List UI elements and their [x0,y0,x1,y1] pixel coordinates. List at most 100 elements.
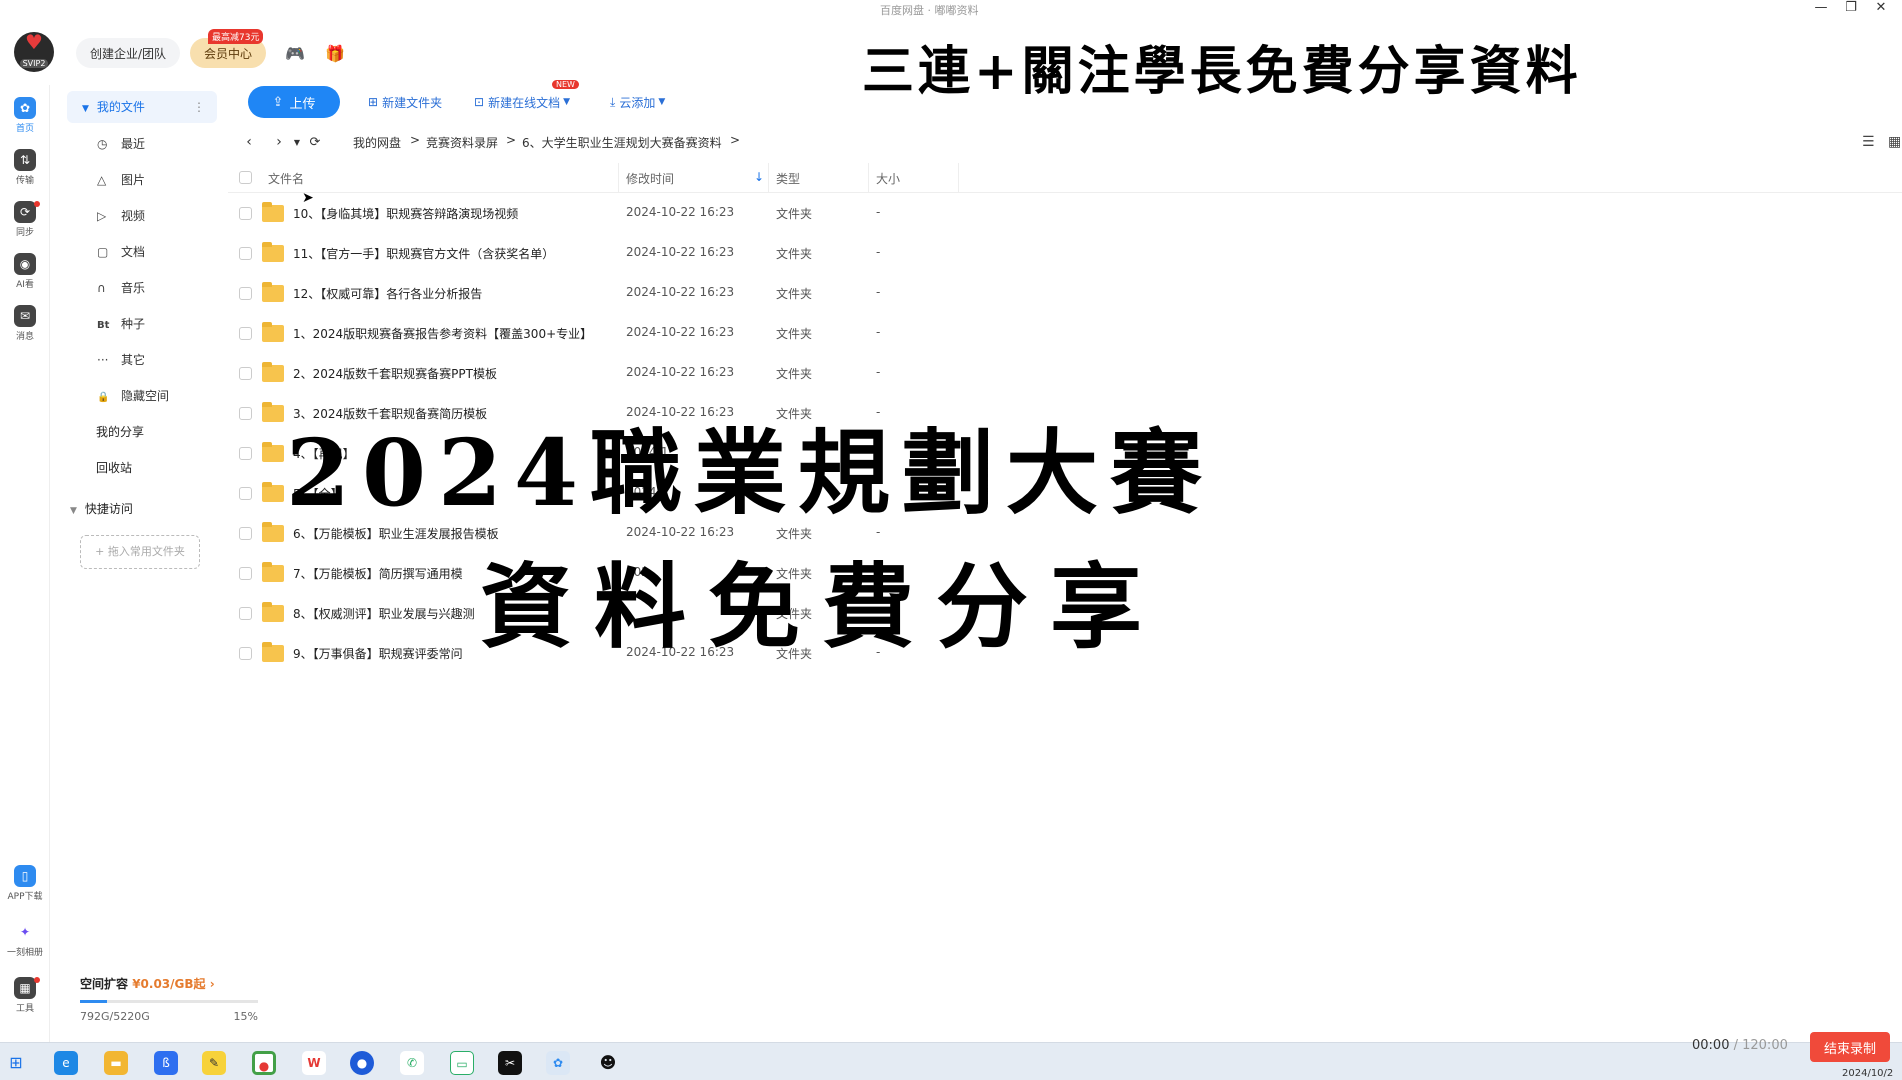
stop-recording-button[interactable]: 结束录制 [1810,1032,1890,1062]
left-rail: ✿ 首页 ⇅ 传输 ⟳ 同步 ◉ AI看 ✉ 消息 ▯ APP下载 ✦ 一刻相册… [0,85,50,1045]
rail-app-download[interactable]: ▯ APP下载 [0,865,50,902]
file-name[interactable]: 10、【身临其境】职规赛答辩路演现场视频 [293,205,518,222]
baidu-netdisk-icon[interactable]: ✿ [546,1051,570,1075]
quick-access-drop-zone[interactable]: + 拖入常用文件夹 [80,535,200,569]
sort-desc-icon[interactable]: ↓ [754,170,764,184]
file-name[interactable]: 8、【权威测评】职业发展与兴趣测 [293,605,475,622]
more-vertical-icon[interactable]: ⋮ [193,91,205,123]
sidebar-item-recent[interactable]: ◷ 最近 [97,129,145,159]
row-checkbox[interactable] [239,367,252,380]
table-row[interactable]: 10、【身临其境】职规赛答辩路演现场视频 2024-10-22 16:23 文件… [228,194,1902,234]
table-row[interactable]: 2、2024版数千套职规赛备赛PPT模板 2024-10-22 16:23 文件… [228,354,1902,394]
rail-tools[interactable]: ▦ 工具 [0,977,50,1014]
promo-overlay-line2: 資料免費分享 [480,553,1165,661]
grid-view-icon[interactable]: ▦ [1888,134,1901,150]
row-checkbox[interactable] [239,207,252,220]
new-folder-button[interactable]: ⊞ 新建文件夹 [368,92,442,112]
screen-share-icon[interactable]: ▭ [450,1051,474,1075]
tools-icon: ▦ [14,977,36,999]
qq-icon[interactable]: ☻ [596,1051,620,1075]
windows-start-icon[interactable]: ⊞ [4,1051,28,1075]
file-name[interactable]: 12、【权威可靠】各行各业分析报告 [293,285,482,302]
breadcrumb-item[interactable]: 竞赛资料录屏 [426,134,498,151]
rail-album[interactable]: ✦ 一刻相册 [0,921,50,958]
rail-message[interactable]: ✉ 消息 [0,305,50,342]
file-name[interactable]: 1、2024版职规赛备赛报告参考资料【覆盖300+专业】 [293,325,592,342]
column-divider [868,163,869,193]
sidebar-recycle-bin[interactable]: 回收站 [96,453,132,483]
sidebar-quick-access[interactable]: ▼ 快捷访问 [70,493,220,525]
row-checkbox[interactable] [239,607,252,620]
minimize-button[interactable]: — [1810,0,1832,15]
space-usage-fill [80,1000,107,1003]
column-name-header[interactable]: 文件名 [268,170,304,187]
file-size: - [876,325,881,339]
sidebar-item-docs[interactable]: ▢ 文档 [97,237,145,267]
row-checkbox[interactable] [239,447,252,460]
capcut-icon[interactable]: ✂ [498,1051,522,1075]
row-checkbox[interactable] [239,527,252,540]
maximize-button[interactable]: ❐ [1840,0,1862,15]
gift-icon[interactable]: 🎁 [324,44,346,64]
new-online-doc-button[interactable]: ⊡ 新建在线文档 ▼ [474,92,570,112]
upload-label: 上传 [289,96,316,112]
back-icon[interactable]: ‹ [238,134,260,150]
sort-icon[interactable]: ☰ [1862,134,1875,150]
table-row[interactable]: 11、【官方一手】职规赛官方文件（含获奖名单） 2024-10-22 16:23… [228,234,1902,274]
forward-icon[interactable]: › [268,134,290,150]
game-icon[interactable]: 🎮 [284,44,306,64]
sidebar-item-images[interactable]: △ 图片 [97,165,145,195]
row-checkbox[interactable] [239,647,252,660]
breadcrumb-item[interactable]: 6、大学生职业生涯规划大赛备赛资料 [522,134,722,151]
upload-button[interactable]: ⇪ 上传 [248,86,340,118]
more-icon: ··· [97,353,109,367]
sidebar-quick-access-label: 快捷访问 [84,502,133,516]
sidebar-item-other[interactable]: ··· 其它 [97,345,145,375]
column-type-header[interactable]: 类型 [776,170,800,187]
close-button[interactable]: ✕ [1870,0,1892,15]
breadcrumb-item[interactable]: 我的网盘 [353,134,401,151]
file-name[interactable]: 9、【万事俱备】职规赛评委常问 [293,645,463,662]
file-name[interactable]: 11、【官方一手】职规赛官方文件（含获奖名单） [293,245,554,262]
baidu-icon[interactable]: ß [154,1051,178,1075]
table-row[interactable]: 1、2024版职规赛备赛报告参考资料【覆盖300+专业】 2024-10-22 … [228,314,1902,354]
row-checkbox[interactable] [239,407,252,420]
file-name[interactable]: 2、2024版数千套职规赛备赛PPT模板 [293,365,497,382]
sidebar-my-share[interactable]: 我的分享 [96,417,144,447]
row-checkbox[interactable] [239,287,252,300]
row-checkbox[interactable] [239,487,252,500]
chrome-icon[interactable]: ● [252,1051,276,1075]
refresh-icon[interactable]: ⟳ [304,135,326,150]
rail-sync[interactable]: ⟳ 同步 [0,201,50,238]
record-app-icon[interactable]: ● [350,1051,374,1075]
cloud-add-button[interactable]: ⤓ 云添加 ▼ [610,92,665,112]
table-row[interactable]: 12、【权威可靠】各行各业分析报告 2024-10-22 16:23 文件夹 - [228,274,1902,314]
sidebar-item-label: 视频 [121,209,146,223]
select-all-checkbox[interactable] [239,171,252,184]
file-explorer-icon[interactable]: ▬ [104,1051,128,1075]
file-date: 2024-10-22 16:23 [626,405,735,419]
rail-transfer[interactable]: ⇅ 传输 [0,149,50,186]
rail-ai[interactable]: ◉ AI看 [0,253,50,290]
row-checkbox[interactable] [239,247,252,260]
wechat-icon[interactable]: ✆ [400,1051,424,1075]
sidebar-my-files[interactable]: ▼ 我的文件 ⋮ [67,91,217,123]
space-expand-link[interactable]: 空间扩容 ¥0.03/GB起 › [80,975,215,992]
notes-icon[interactable]: ✎ [202,1051,226,1075]
create-enterprise-button[interactable]: 创建企业/团队 [76,38,180,68]
column-modified-header[interactable]: 修改时间 [626,170,674,187]
avatar[interactable]: ♥ SVIP2 [14,32,54,72]
row-checkbox[interactable] [239,327,252,340]
sidebar-item-torrent[interactable]: Bt 种子 [97,309,145,339]
sidebar-item-hidden-space[interactable]: 🔒 隐藏空间 [97,381,169,411]
history-dropdown-icon[interactable]: ▼ [290,138,304,147]
edge-icon[interactable]: e [54,1051,78,1075]
rail-message-label: 消息 [15,332,34,342]
sidebar-item-video[interactable]: ▷ 视频 [97,201,145,231]
column-size-header[interactable]: 大小 [876,170,900,187]
row-checkbox[interactable] [239,567,252,580]
file-name[interactable]: 7、【万能模板】简历撰写通用模 [293,565,463,582]
wps-icon[interactable]: W [302,1051,326,1075]
rail-home[interactable]: ✿ 首页 [0,97,50,134]
sidebar-item-music[interactable]: ∩ 音乐 [97,273,145,303]
